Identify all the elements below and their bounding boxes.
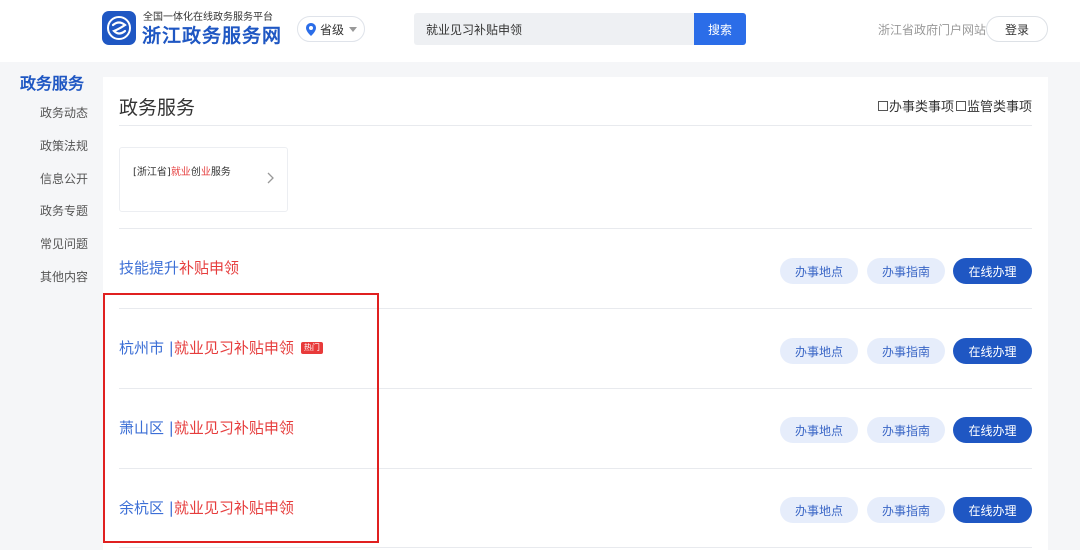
guide-button[interactable]: 办事指南 (867, 497, 945, 523)
service-card[interactable]: [浙江省]就业创业服务 (119, 147, 288, 212)
sidebar-item-faq[interactable]: 常见问题 (40, 235, 88, 252)
search-button[interactable]: 搜索 (694, 13, 746, 45)
checkbox[interactable] (955, 100, 966, 111)
portal-link[interactable]: 浙江省政府门户网站 (878, 21, 986, 38)
online-apply-button[interactable]: 在线办理 (953, 497, 1032, 523)
sidebar-item-policy[interactable]: 政策法规 (40, 137, 88, 154)
top-header: 全国一体化在线政务服务平台 浙江政务服务网 省级 搜索 浙江省政府门户网站 登录 (0, 0, 1080, 62)
result-title-xiaoshan[interactable]: 萧山区 | 就业见习补贴申领 (119, 417, 294, 438)
site-title[interactable]: 浙江政务服务网 (142, 24, 282, 48)
divider (119, 228, 1032, 229)
online-apply-button[interactable]: 在线办理 (953, 417, 1032, 443)
sidebar-item-disclosure[interactable]: 信息公开 (40, 170, 88, 187)
location-button[interactable]: 办事地点 (780, 258, 858, 284)
location-button[interactable]: 办事地点 (780, 417, 858, 443)
divider (119, 468, 1032, 469)
chevron-right-icon (267, 172, 274, 184)
result-title-skill-subsidy[interactable]: 技能提升 补贴申领 (119, 257, 239, 278)
region-selector[interactable]: 省级 (297, 16, 365, 42)
filter-supervision-items[interactable]: 监管类事项 (955, 96, 1032, 115)
location-pin-icon (306, 22, 316, 36)
divider (119, 547, 1032, 548)
guide-button[interactable]: 办事指南 (867, 338, 945, 364)
filter-label: 办事类事项 (888, 100, 954, 115)
filter-service-items[interactable]: 办事类事项 (877, 96, 954, 115)
checkbox[interactable] (877, 100, 888, 111)
divider (119, 125, 1032, 126)
filter-group: 办事类事项 监管类事项 (877, 96, 1032, 115)
location-button[interactable]: 办事地点 (780, 497, 858, 523)
sidebar-item-news[interactable]: 政务动态 (40, 104, 88, 121)
guide-button[interactable]: 办事指南 (867, 258, 945, 284)
login-button[interactable]: 登录 (986, 16, 1048, 42)
site-logo-icon[interactable] (102, 11, 136, 45)
guide-button[interactable]: 办事指南 (867, 417, 945, 443)
divider (119, 388, 1032, 389)
search-input[interactable] (414, 13, 694, 45)
filter-label: 监管类事项 (966, 100, 1032, 115)
sidebar-title[interactable]: 政务服务 (20, 70, 84, 94)
divider (119, 308, 1032, 309)
caret-down-icon (349, 26, 358, 32)
location-button[interactable]: 办事地点 (780, 338, 858, 364)
region-label: 省级 (320, 22, 345, 37)
platform-subtitle: 全国一体化在线政务服务平台 (143, 12, 273, 23)
online-apply-button[interactable]: 在线办理 (953, 338, 1032, 364)
service-card-title: [浙江省]就业创业服务 (133, 167, 231, 178)
sidebar-item-other[interactable]: 其他内容 (40, 268, 88, 285)
result-title-hangzhou[interactable]: 杭州市 | 就业见习补贴申领 热门 (119, 337, 323, 358)
panel-title: 政务服务 (119, 97, 196, 119)
results-panel: 政务服务 办事类事项 监管类事项 [浙江省]就业创业服务 技能提升 补贴申领 办事… (103, 77, 1048, 550)
online-apply-button[interactable]: 在线办理 (953, 258, 1032, 284)
sidebar-item-topics[interactable]: 政务专题 (40, 202, 88, 219)
result-title-yuhang[interactable]: 余杭区 | 就业见习补贴申领 (119, 497, 294, 518)
hot-badge: 热门 (300, 341, 323, 354)
